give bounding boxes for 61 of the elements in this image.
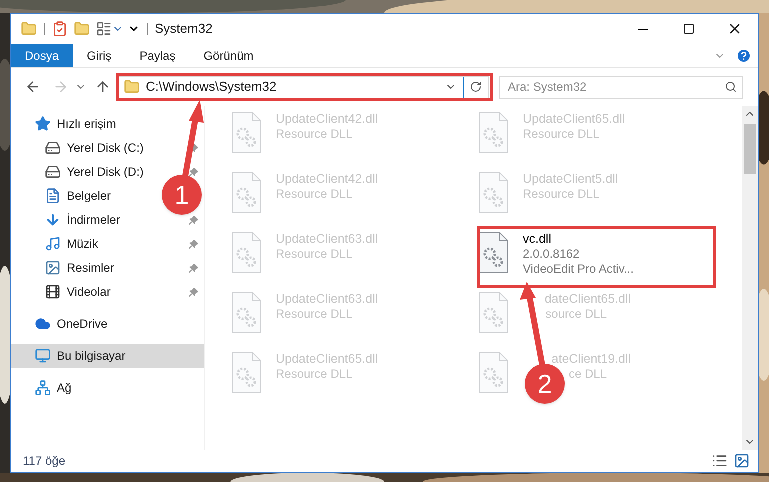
details-view-icon[interactable]	[712, 453, 728, 469]
ribbon-tab[interactable]: Paylaş	[126, 44, 190, 67]
file-detail: 2.0.0.8162	[523, 247, 580, 262]
layout-icon[interactable]	[96, 21, 112, 37]
file-detail: ce DLL	[568, 367, 607, 382]
ribbon-tab[interactable]: Giriş	[73, 44, 126, 67]
maximize-icon	[683, 23, 695, 35]
file-detail: Resource DLL	[276, 247, 353, 262]
file-detail: Resource DLL	[276, 367, 353, 382]
back-icon[interactable]	[25, 79, 41, 95]
file-name[interactable]: vc.dll	[523, 232, 552, 247]
pin-icon[interactable]	[189, 264, 198, 272]
properties-icon[interactable]	[52, 21, 68, 37]
star-icon	[35, 116, 51, 132]
drive-icon	[45, 140, 61, 156]
sidebar-item[interactable]: Hızlı erişim	[57, 115, 116, 133]
refresh-icon[interactable]	[470, 81, 482, 93]
network-icon	[35, 380, 51, 396]
search-icon	[725, 80, 737, 92]
sidebar-item[interactable]: Resimler	[67, 259, 114, 277]
folder-icon	[124, 79, 140, 95]
minimize-icon	[638, 28, 648, 30]
file-detail: VideoEdit Pro Activ...	[523, 262, 634, 277]
file-detail: Resource DLL	[276, 307, 353, 322]
film-icon	[45, 284, 61, 300]
sidebar-item[interactable]: İndirmeler	[67, 211, 120, 229]
scrollbar-thumb[interactable]	[744, 124, 756, 174]
monitor-icon	[35, 348, 51, 364]
pin-icon[interactable]	[189, 216, 198, 224]
sidebar-item[interactable]: Bu bilgisayar	[11, 344, 204, 368]
pin-icon[interactable]	[189, 240, 198, 248]
file-tab[interactable]: Dosya	[11, 44, 74, 67]
help-icon[interactable]	[736, 48, 752, 64]
pin-icon[interactable]	[189, 168, 198, 176]
file-detail: source DLL	[546, 307, 607, 322]
file-detail: Resource DLL	[276, 127, 353, 142]
ribbon-tab[interactable]: Görünüm	[190, 44, 268, 67]
cloud-icon	[35, 316, 51, 332]
window-title: System32	[155, 20, 213, 38]
music-icon	[45, 236, 61, 252]
sidebar-item[interactable]: Belgeler	[67, 187, 112, 205]
file-detail: Resource DLL	[523, 187, 600, 202]
item-count: 117 öğe	[23, 453, 66, 470]
up-icon[interactable]	[95, 79, 111, 95]
scrollbar[interactable]	[742, 106, 758, 450]
thumbnail-view-icon[interactable]	[734, 453, 750, 469]
address-field[interactable]: C:\Windows\System32	[117, 76, 489, 98]
search-field[interactable]: Ara: System32	[499, 76, 743, 98]
sidebar-item[interactable]: OneDrive	[11, 312, 204, 336]
sidebar-item[interactable]: Ağ	[11, 376, 204, 400]
file-detail: Resource DLL	[276, 187, 353, 202]
file-detail: Resource DLL	[523, 127, 600, 142]
sidebar-item[interactable]: Yerel Disk (D:)	[67, 163, 144, 181]
sidebar-item[interactable]: Müzik	[67, 235, 98, 253]
drive-icon	[45, 164, 61, 180]
sidebar-item[interactable]: Yerel Disk (C:)	[67, 139, 144, 157]
document-icon	[45, 188, 61, 204]
picture-icon	[45, 260, 61, 276]
pin-icon[interactable]	[189, 288, 198, 296]
download-icon	[45, 212, 61, 228]
sidebar-item[interactable]: Videolar	[67, 283, 111, 301]
